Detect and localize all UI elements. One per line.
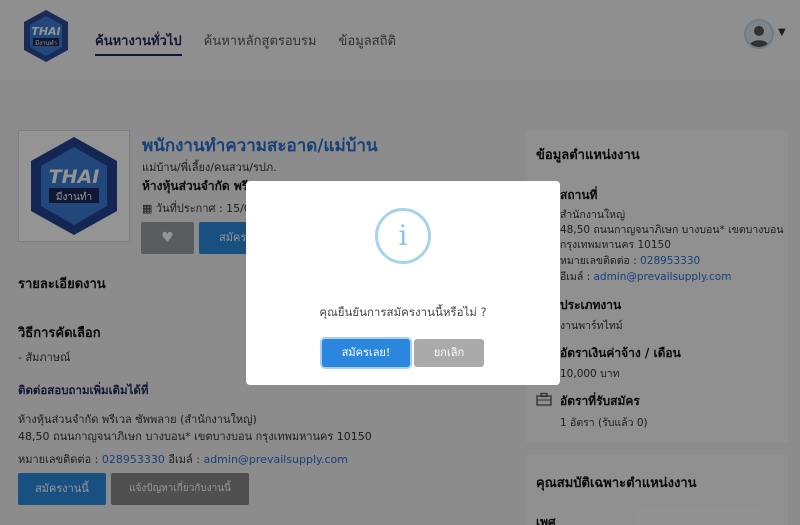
page: THAI มีงานทำ ค้นหางานทั่วไป ค้นหาหลักสูต… — [0, 0, 800, 525]
confirm-button[interactable]: สมัครเลย! — [322, 339, 410, 367]
confirm-dialog: i คุณยืนยันการสมัครงานนี้หรือไม่ ? สมัคร… — [246, 181, 560, 385]
info-icon: i — [375, 208, 431, 264]
cancel-button[interactable]: ยกเลิก — [414, 339, 484, 367]
dialog-message: คุณยืนยันการสมัครงานนี้หรือไม่ ? — [319, 305, 487, 319]
